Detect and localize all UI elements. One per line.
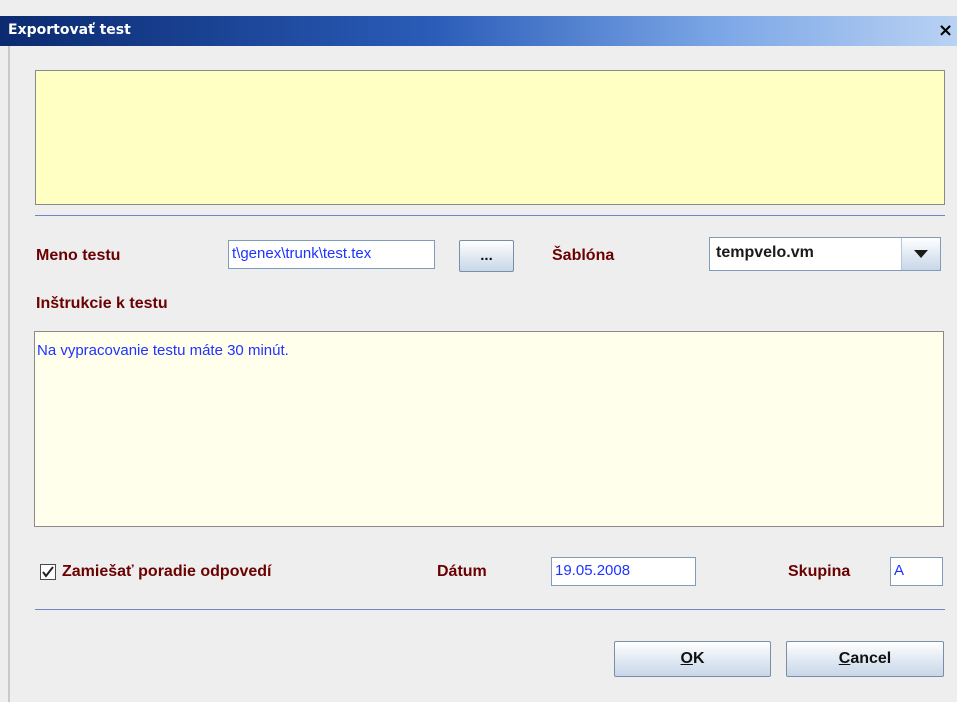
title-bar[interactable]: Exportovať test × bbox=[0, 16, 957, 46]
combo-arrow-button[interactable] bbox=[901, 238, 940, 270]
template-combo[interactable]: tempvelo.vm bbox=[709, 237, 941, 271]
date-input[interactable]: 19.05.2008 bbox=[551, 557, 696, 586]
chevron-down-icon bbox=[914, 250, 928, 258]
cancel-label-rest: ancel bbox=[850, 650, 892, 667]
instructions-label: Inštrukcie k testu bbox=[36, 295, 168, 312]
template-combo-value: tempvelo.vm bbox=[716, 244, 814, 261]
cancel-button[interactable]: Cancel bbox=[786, 641, 944, 677]
export-test-dialog: Exportovať test × Meno testu t\genex\tru… bbox=[0, 0, 957, 702]
cancel-mnemonic: C bbox=[838, 650, 851, 667]
bottom-separator bbox=[35, 609, 945, 610]
test-name-input[interactable]: t\genex\trunk\test.tex bbox=[228, 240, 435, 269]
instructions-text: Na vypracovanie testu máte 30 minút. bbox=[37, 342, 289, 359]
top-separator bbox=[35, 215, 945, 216]
ok-mnemonic: O bbox=[680, 650, 693, 667]
checkmark-icon bbox=[42, 566, 54, 578]
close-icon[interactable]: × bbox=[938, 20, 957, 42]
date-label: Dátum bbox=[437, 563, 487, 580]
group-label: Skupina bbox=[788, 563, 851, 580]
template-label: Šablóna bbox=[552, 247, 615, 264]
info-message-area bbox=[35, 70, 945, 205]
browse-button[interactable]: ... bbox=[459, 240, 514, 272]
group-input[interactable]: A bbox=[890, 557, 943, 586]
test-name-label: Meno testu bbox=[36, 247, 121, 264]
ok-label-rest: K bbox=[692, 650, 705, 667]
window-title: Exportovať test bbox=[8, 22, 131, 38]
shuffle-label[interactable]: Zamiešať poradie odpovedí bbox=[62, 563, 272, 581]
shuffle-checkbox[interactable] bbox=[40, 564, 56, 580]
window-left-border bbox=[8, 46, 10, 702]
ok-button[interactable]: OK bbox=[614, 641, 771, 677]
instructions-textarea[interactable]: Na vypracovanie testu máte 30 minút. bbox=[34, 331, 944, 527]
